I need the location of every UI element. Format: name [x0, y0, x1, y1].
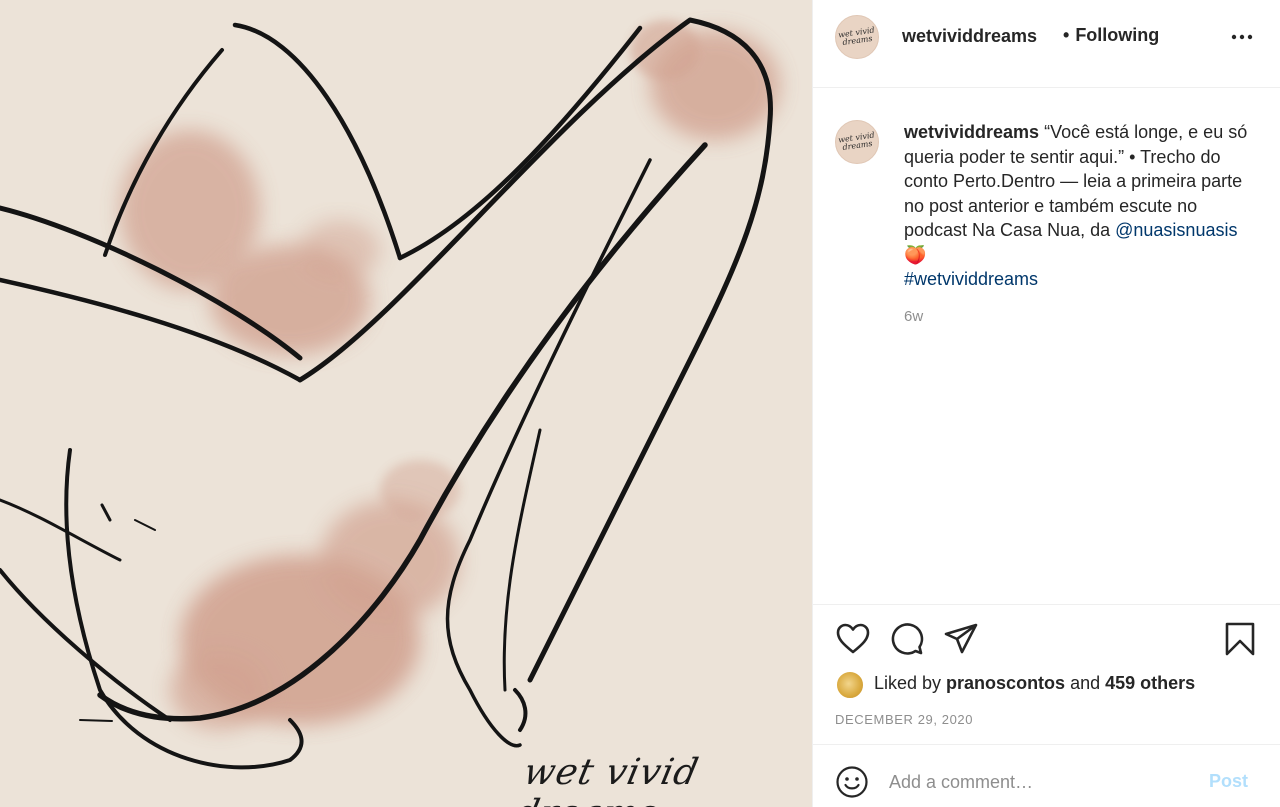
post-header: wet vivid dreams wetvividdreams • Followi…: [813, 0, 1280, 88]
caption-text: wetvividdreams “Você está longe, e eu só…: [904, 120, 1264, 292]
account-avatar[interactable]: wet vivid dreams: [835, 15, 879, 59]
comment-icon[interactable]: [888, 621, 924, 657]
likes-middle: and: [1065, 673, 1106, 693]
post-date[interactable]: DECEMBER 29, 2020: [835, 712, 973, 727]
header-username[interactable]: wetvividdreams: [902, 26, 1037, 47]
caption-age[interactable]: 6w: [904, 308, 923, 325]
avatar-lettering: wet vivid dreams: [837, 25, 876, 48]
avatar-lettering: wet vivid dreams: [837, 130, 876, 153]
follow-label: Following: [1075, 25, 1160, 45]
share-icon[interactable]: [943, 621, 979, 657]
more-options-icon[interactable]: [1230, 28, 1254, 46]
caption-username[interactable]: wetvividdreams: [904, 122, 1039, 142]
separator-dot: •: [1063, 25, 1070, 45]
post-comment-button[interactable]: Post: [1209, 771, 1248, 792]
likes-summary: Liked by pranoscontos and 459 others: [874, 673, 1195, 694]
caption-avatar[interactable]: wet vivid dreams: [835, 120, 879, 164]
instagram-post: wet vivid dreams wet vivid dreams wetviv…: [0, 0, 1280, 807]
post-side-panel: wet vivid dreams wetvividdreams • Followi…: [812, 0, 1280, 807]
peach-emoji: 🍑: [904, 244, 927, 265]
likes-prefix: Liked by: [874, 673, 947, 693]
action-bar: Liked by pranoscontos and 459 others DEC…: [813, 604, 1280, 744]
bookmark-icon[interactable]: [1222, 621, 1258, 657]
post-image[interactable]: wet vivid dreams: [0, 0, 812, 807]
liker-avatar[interactable]: [835, 670, 865, 700]
likes-others[interactable]: 459 others: [1105, 673, 1195, 693]
liker-username[interactable]: pranoscontos: [946, 673, 1065, 693]
emoji-icon[interactable]: [835, 765, 869, 799]
artist-signature: wet vivid dreams: [511, 752, 703, 807]
follow-status[interactable]: • Following: [1063, 25, 1159, 46]
heart-icon[interactable]: [835, 621, 871, 657]
caption-mention[interactable]: @nuasisnuasis: [1115, 220, 1237, 240]
comment-input[interactable]: [889, 767, 1189, 797]
comment-bar: Post: [813, 744, 1280, 807]
line-illustration: [0, 17, 780, 770]
caption-hashtag[interactable]: #wetvividdreams: [904, 269, 1038, 289]
